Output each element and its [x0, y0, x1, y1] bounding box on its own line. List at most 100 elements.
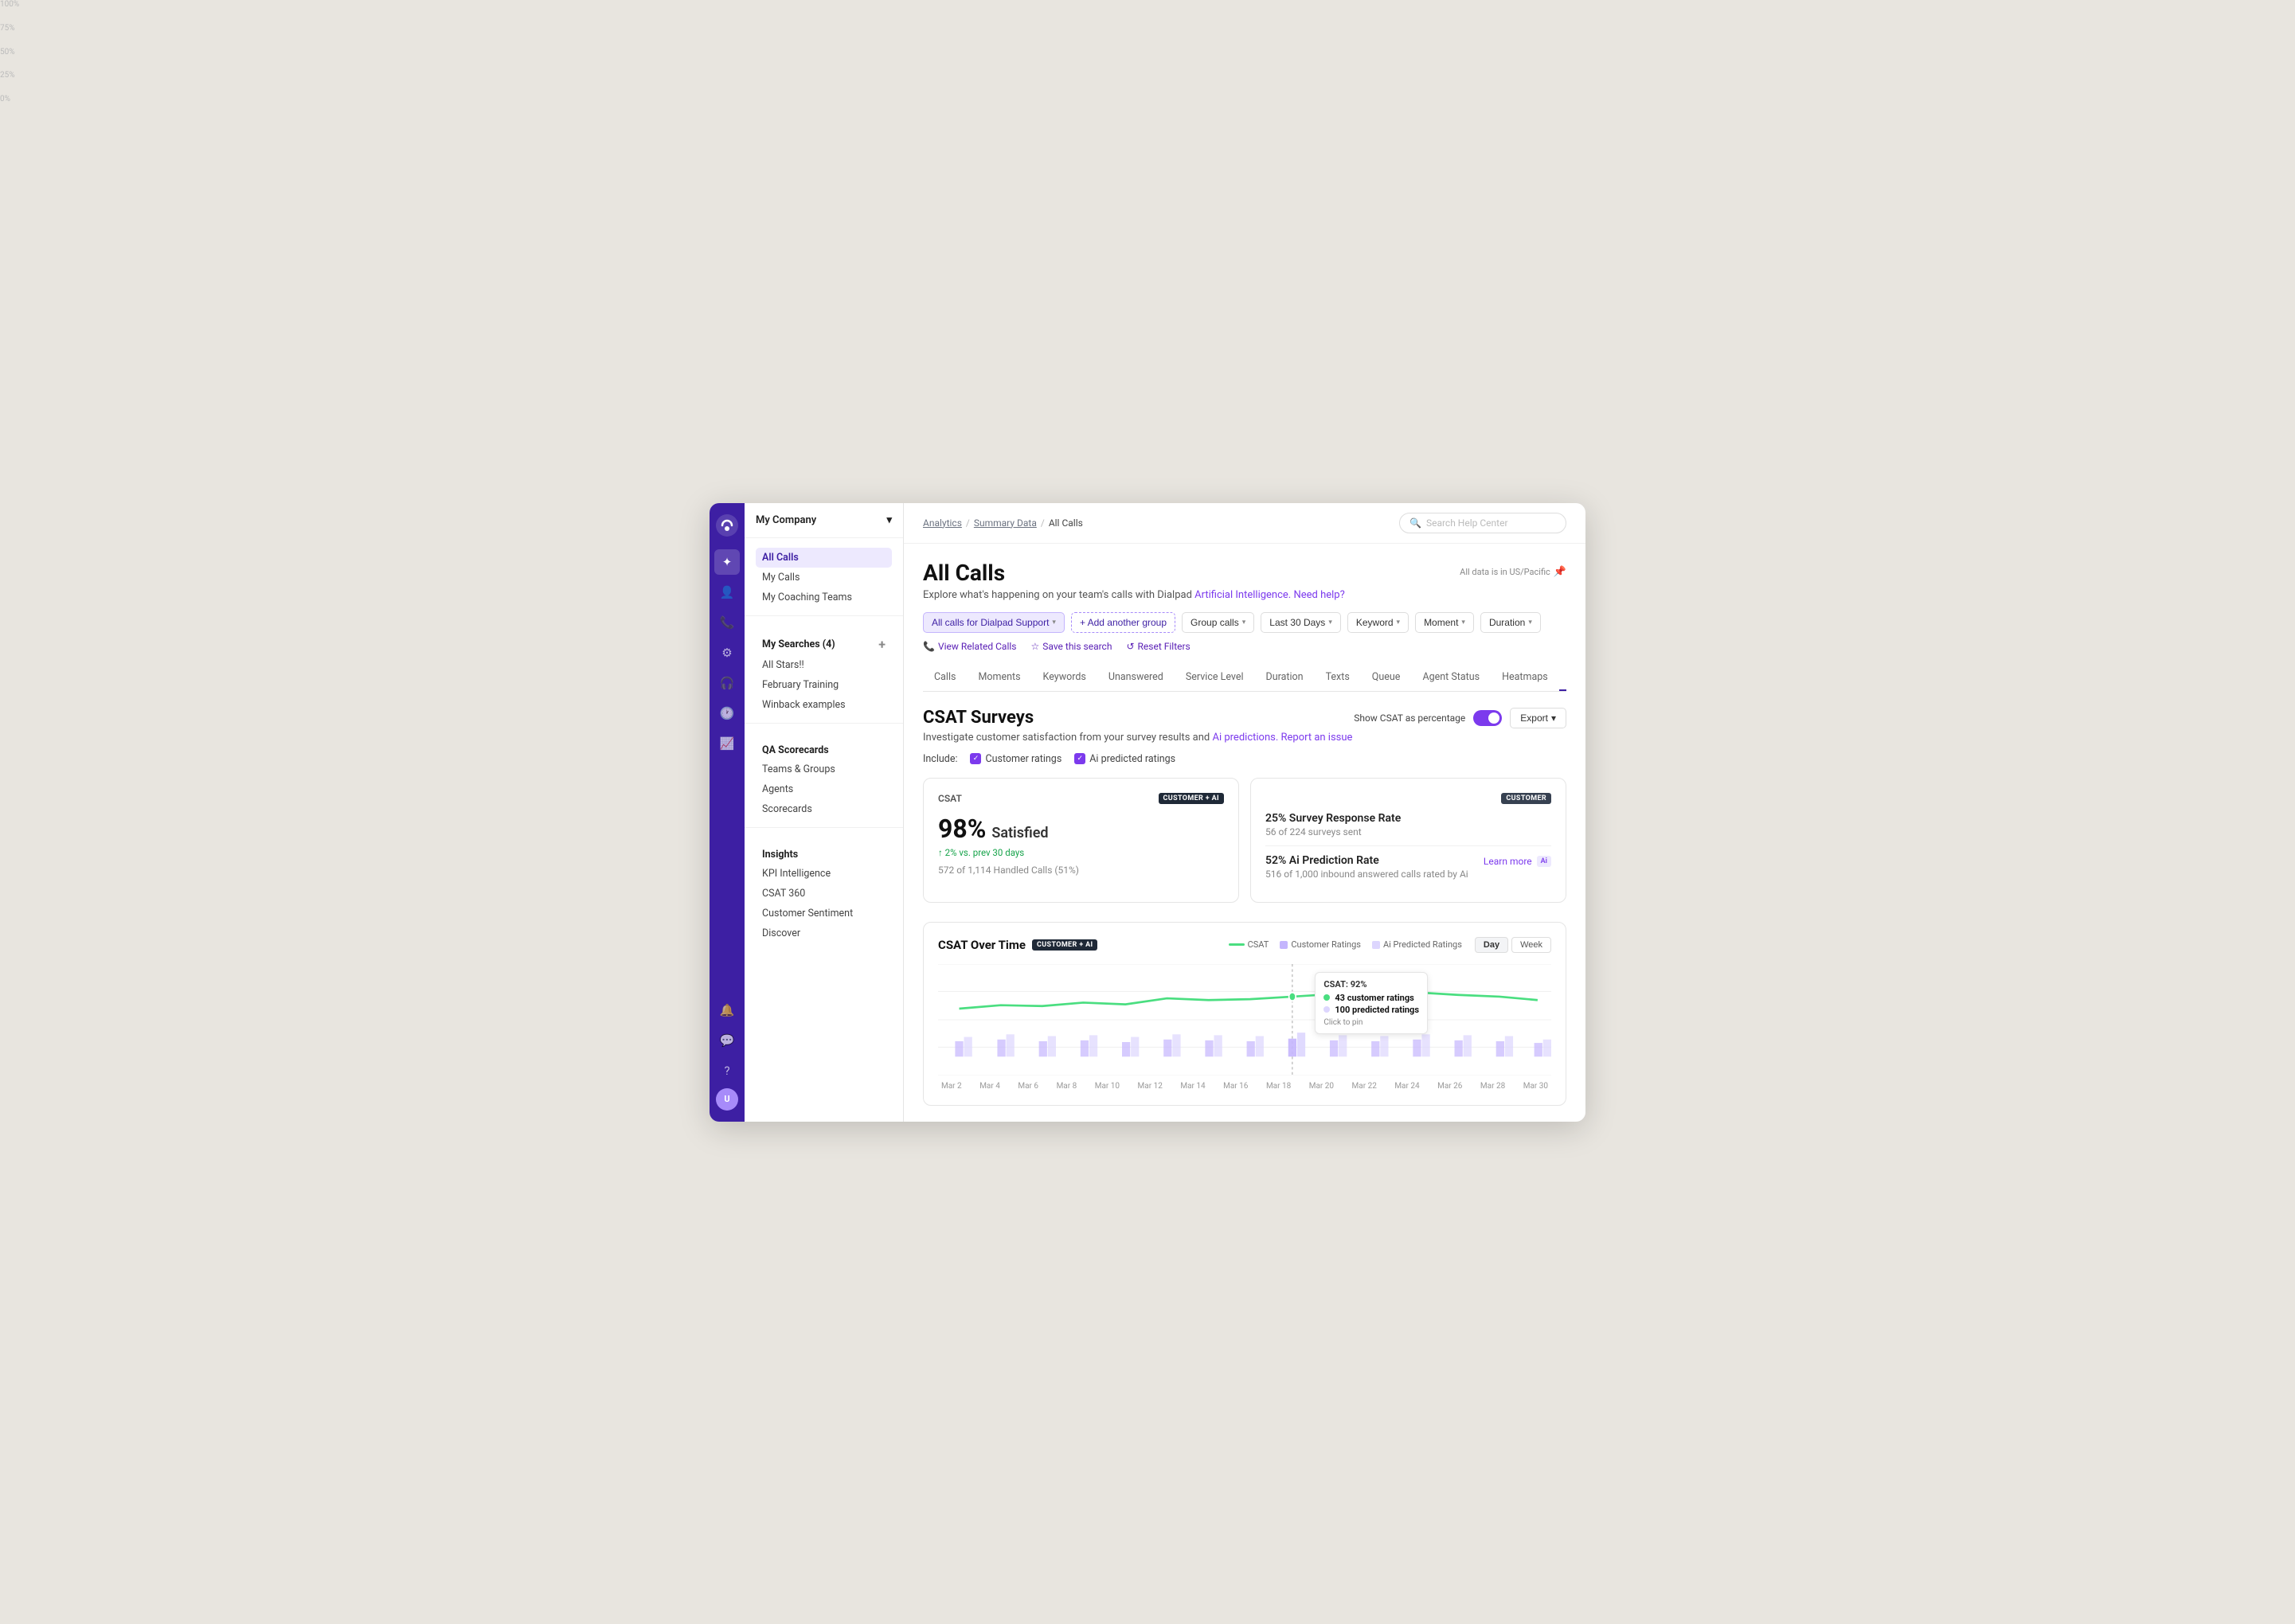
tab-moments[interactable]: Moments [967, 665, 1031, 691]
sidebar-item-february-training[interactable]: February Training [756, 675, 892, 695]
tab-keywords[interactable]: Keywords [1032, 665, 1097, 691]
nav-icon-sparkle[interactable]: ✦ [714, 549, 740, 575]
chart-week-btn[interactable]: Week [1511, 937, 1551, 953]
filter-group-calls[interactable]: Group calls ▾ [1182, 612, 1254, 633]
searches-title: My Searches (4) + [756, 630, 892, 655]
page-timezone: All data is in US/Pacific 📌 [1460, 566, 1566, 578]
chart-controls-row: CSAT Customer Ratings Ai Predicted Ratin… [1229, 937, 1551, 953]
tab-duration[interactable]: Duration [1255, 665, 1315, 691]
filter-add-group[interactable]: + Add another group [1071, 612, 1175, 633]
tab-csat-surveys[interactable]: CSAT Surveys [1559, 665, 1566, 691]
filter-duration[interactable]: Duration ▾ [1480, 612, 1541, 633]
learn-more-row: Learn more Ai [1484, 856, 1551, 867]
pin-icon: 📌 [1554, 566, 1566, 578]
nav-icon-phone[interactable]: 📞 [714, 610, 740, 635]
phone-icon: 📞 [923, 641, 935, 652]
nav-icon-help[interactable]: ? [714, 1058, 740, 1083]
company-name: My Company [756, 514, 816, 526]
sidebar-item-csat-360[interactable]: CSAT 360 [756, 884, 892, 904]
sidebar-item-all-stars[interactable]: All Stars!! [756, 655, 892, 675]
ai-predicted-checkbox[interactable]: ✓ [1074, 753, 1085, 764]
ai-predictions-link[interactable]: Ai predictions. [1212, 732, 1278, 744]
tab-unanswered[interactable]: Unanswered [1097, 665, 1175, 691]
filter-all-calls[interactable]: All calls for Dialpad Support ▾ [923, 612, 1065, 633]
nav-icon-headset[interactable]: 🎧 [714, 670, 740, 696]
nav-icon-bell[interactable]: 🔔 [714, 997, 740, 1023]
customer-ratings-checkbox[interactable]: ✓ [970, 753, 981, 764]
nav-icon-chart[interactable]: 📈 [714, 731, 740, 756]
learn-more-link[interactable]: Learn more [1484, 856, 1532, 867]
app-logo [716, 514, 738, 537]
filter-keyword-chevron: ▾ [1397, 618, 1401, 627]
nav-icon-settings[interactable]: ⚙ [714, 640, 740, 666]
sidebar-item-discover[interactable]: Discover [756, 923, 892, 943]
ai-predicted-legend-square [1372, 941, 1380, 949]
customer-ratings-legend-square [1280, 941, 1288, 949]
user-avatar[interactable]: U [716, 1088, 738, 1111]
legend-ai-predicted: Ai Predicted Ratings [1372, 939, 1462, 950]
ai-badge-small: Ai [1537, 856, 1551, 867]
filter-moment[interactable]: Moment ▾ [1415, 612, 1474, 633]
include-ai-predicted[interactable]: ✓ Ai predicted ratings [1074, 753, 1175, 765]
sidebar-item-teams-groups[interactable]: Teams & Groups [756, 759, 892, 779]
sidebar-item-my-coaching-teams[interactable]: My Coaching Teams [756, 588, 892, 607]
tooltip-title: CSAT: 92% [1323, 979, 1419, 990]
sidebar-item-winback-examples[interactable]: Winback examples [756, 695, 892, 715]
star-icon: ☆ [1030, 641, 1039, 652]
page-subtitle: Explore what's happening on your team's … [923, 589, 1566, 601]
sidebar-item-agents[interactable]: Agents [756, 779, 892, 799]
breadcrumb-summary-data[interactable]: Summary Data [974, 517, 1037, 529]
searches-add-icon[interactable]: + [878, 637, 886, 652]
chart-tooltip: CSAT: 92% 43 customer ratings 100 predic… [1315, 972, 1428, 1034]
breadcrumb: Analytics / Summary Data / All Calls [923, 517, 1083, 529]
report-issue-link[interactable]: Report an issue [1281, 732, 1353, 744]
tab-texts[interactable]: Texts [1315, 665, 1361, 691]
filter-group-calls-chevron: ▾ [1242, 618, 1246, 627]
sidebar-item-scorecards[interactable]: Scorecards [756, 799, 892, 819]
sidebar-item-kpi-intelligence[interactable]: KPI Intelligence [756, 864, 892, 884]
filter-keyword[interactable]: Keyword ▾ [1347, 612, 1409, 633]
save-search-link[interactable]: ☆ Save this search [1030, 641, 1112, 652]
survey-response-rate: 25% Survey Response Rate 56 of 224 surve… [1265, 812, 1551, 837]
filter-date-range[interactable]: Last 30 Days ▾ [1261, 612, 1341, 633]
ai-rate-sub: 516 of 1,000 inbound answered calls rate… [1265, 869, 1551, 880]
response-rate-title: 25% Survey Response Rate [1265, 812, 1551, 825]
need-help-link[interactable]: Need help? [1293, 589, 1344, 601]
include-row: Include: ✓ Customer ratings ✓ Ai predict… [923, 753, 1566, 765]
csat-legend-line [1229, 943, 1245, 946]
sidebar-item-customer-sentiment[interactable]: Customer Sentiment [756, 904, 892, 923]
csat-percentage: 98% [938, 814, 986, 844]
include-customer-ratings[interactable]: ✓ Customer ratings [970, 753, 1061, 765]
sidebar-item-my-calls[interactable]: My Calls [756, 568, 892, 588]
topbar: Analytics / Summary Data / All Calls 🔍 S… [904, 503, 1585, 544]
search-icon: 🔍 [1409, 517, 1421, 529]
chart-header: CSAT Over Time CUSTOMER + AI CSAT [938, 937, 1551, 953]
action-links: 📞 View Related Calls ☆ Save this search … [923, 641, 1566, 652]
nav-icon-chat[interactable]: 💬 [714, 1028, 740, 1053]
export-button[interactable]: Export ▾ [1510, 708, 1566, 728]
icon-rail: ✦ 👤 📞 ⚙ 🎧 🕐 📈 🔔 💬 ? U [710, 503, 745, 1122]
search-box[interactable]: 🔍 Search Help Center [1399, 513, 1566, 533]
tab-calls[interactable]: Calls [923, 665, 967, 691]
chart-section: CSAT Over Time CUSTOMER + AI CSAT [923, 922, 1566, 1106]
company-selector[interactable]: My Company ▾ [745, 503, 903, 538]
tab-service-level[interactable]: Service Level [1175, 665, 1255, 691]
detail-card-header: CUSTOMER [1265, 793, 1551, 804]
ai-intelligence-link[interactable]: Artificial Intelligence. [1194, 589, 1291, 601]
sidebar-item-all-calls[interactable]: All Calls [756, 548, 892, 568]
export-chevron-icon: ▾ [1551, 712, 1556, 724]
tab-queue[interactable]: Queue [1361, 665, 1412, 691]
chart-day-btn[interactable]: Day [1475, 937, 1508, 953]
csat-label: CSAT [938, 793, 962, 804]
sidebar-divider-2 [745, 723, 903, 724]
tab-heatmaps[interactable]: Heatmaps [1491, 665, 1559, 691]
csat-percentage-toggle[interactable] [1473, 710, 1502, 726]
tab-agent-status[interactable]: Agent Status [1411, 665, 1491, 691]
breadcrumb-analytics[interactable]: Analytics [923, 517, 962, 529]
reset-filters-link[interactable]: ↺ Reset Filters [1126, 641, 1190, 652]
section-title: CSAT Surveys [923, 708, 1034, 728]
view-related-calls-link[interactable]: 📞 View Related Calls [923, 641, 1016, 652]
customer-badge: CUSTOMER [1501, 793, 1551, 804]
nav-icon-clock[interactable]: 🕐 [714, 701, 740, 726]
nav-icon-person[interactable]: 👤 [714, 580, 740, 605]
